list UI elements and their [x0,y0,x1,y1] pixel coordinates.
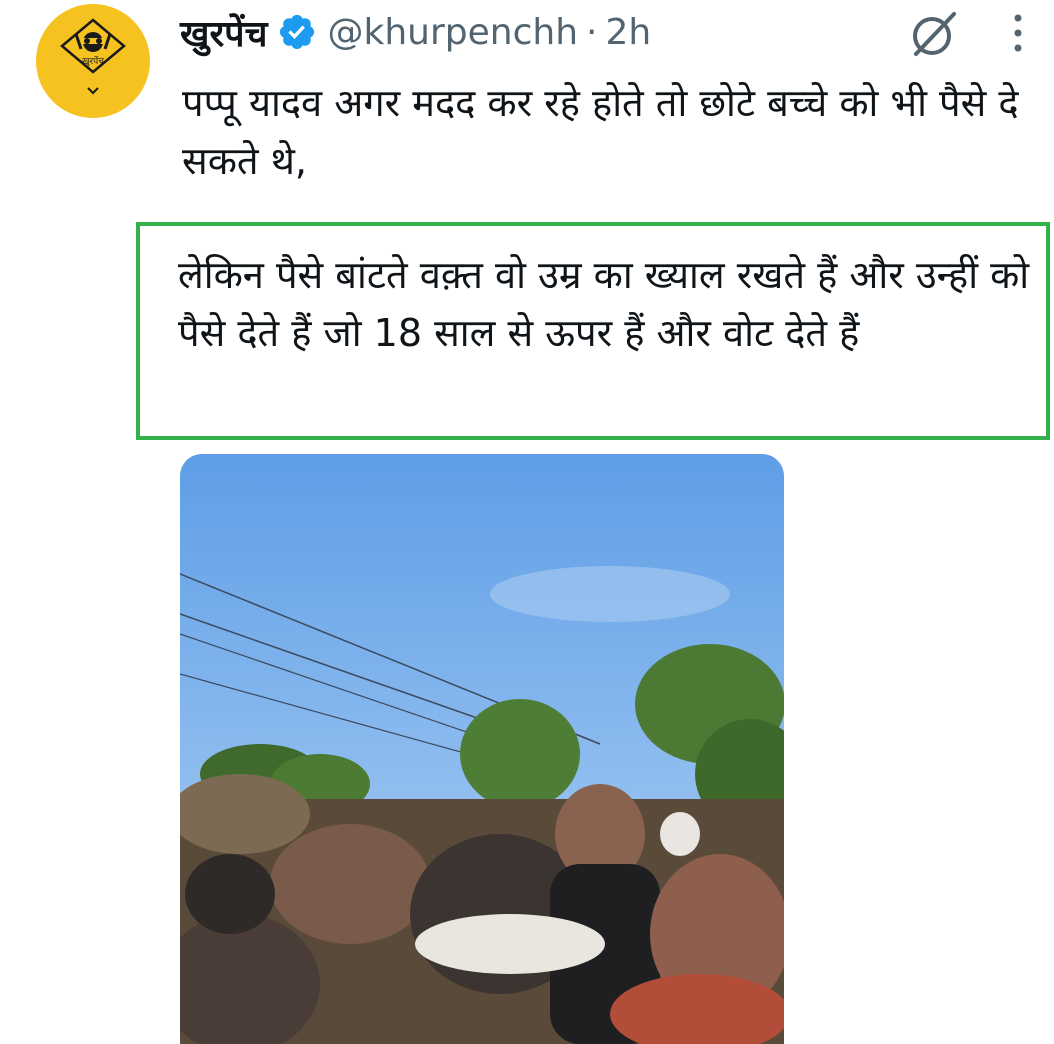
tweet-text: पप्पू यादव अगर मदद कर रहे होते तो छोटे ब… [182,81,1019,183]
tweet-media-image[interactable] [180,454,784,1044]
avatar-logo: खुरपेंच [60,18,126,95]
avatar-logo-text: खुरपेंच [82,55,104,67]
grok-icon[interactable] [906,8,962,60]
more-vertical-icon[interactable] [1006,12,1030,54]
verified-badge-icon [277,12,317,52]
avatar[interactable]: खुरपेंच [36,4,150,118]
user-handle[interactable]: @khurpenchh [327,12,578,53]
separator-dot: · [586,11,598,53]
timestamp[interactable]: 2h [605,12,651,53]
tweet-header: खुरपेंच @khurpenchh · 2h [180,6,651,58]
highlighted-tweet-text: लेकिन पैसे बांटते वक़्त वो उम्र का ख्याल… [178,253,1030,355]
chevron-down-icon [87,87,99,95]
display-name[interactable]: खुरपेंच [180,8,267,57]
